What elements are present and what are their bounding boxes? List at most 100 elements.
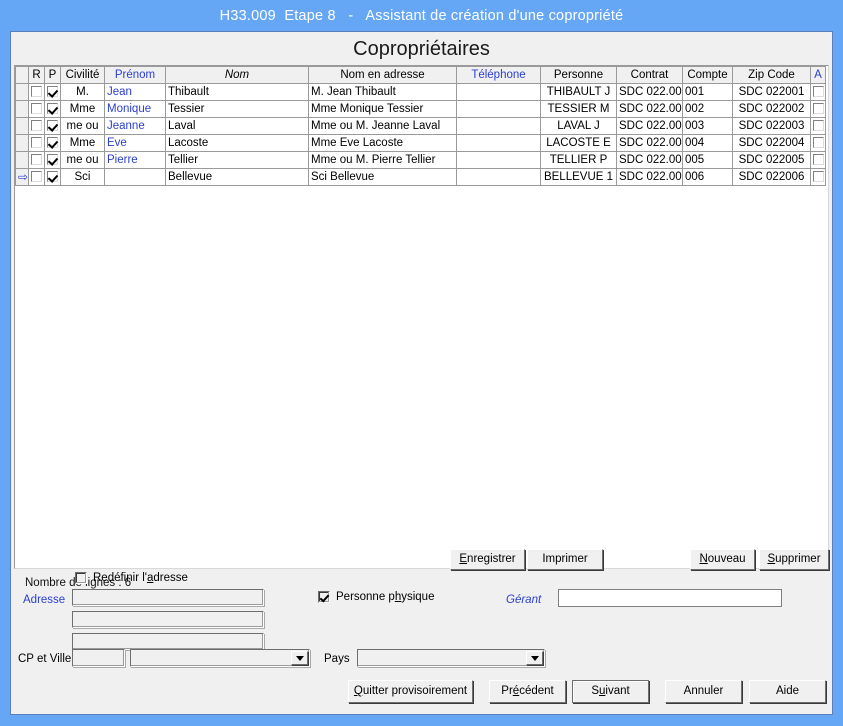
cell-civilite[interactable]: Mme xyxy=(60,134,105,152)
cell-telephone[interactable] xyxy=(456,134,541,152)
cell-prenom[interactable]: Jeanne xyxy=(104,117,166,135)
cell-nom[interactable]: Tessier xyxy=(165,100,309,118)
city-combobox-arrow[interactable] xyxy=(291,651,308,665)
cell-nom-en-adresse[interactable]: Mme Monique Tessier xyxy=(308,100,457,118)
cell-nom-en-adresse[interactable]: M. Jean Thibault xyxy=(308,83,457,101)
row-selector[interactable] xyxy=(15,83,29,101)
cell-telephone[interactable] xyxy=(456,100,541,118)
table-row[interactable]: M. Jean Thibault M. Jean Thibault THIBAULT J… xyxy=(15,83,826,101)
cell-nom[interactable]: Tellier xyxy=(165,151,309,169)
row-a-checkbox-box[interactable] xyxy=(813,86,824,98)
row-selector[interactable] xyxy=(15,134,29,152)
cell-personne[interactable]: LACOSTE E xyxy=(540,134,617,152)
cell-compte[interactable]: 003 xyxy=(682,117,733,135)
cell-telephone[interactable] xyxy=(456,151,541,169)
cell-personne[interactable]: TELLIER P xyxy=(540,151,617,169)
country-combobox[interactable] xyxy=(357,649,545,667)
row-p-checkbox-box[interactable] xyxy=(47,103,58,115)
row-p-checkbox-box[interactable] xyxy=(47,137,58,149)
natural-person-checkbox-group[interactable]: Personne physique xyxy=(318,591,434,603)
grid-col-civilite[interactable]: Civilité xyxy=(60,66,105,84)
cell-compte[interactable]: 005 xyxy=(682,151,733,169)
row-p-checkbox-box[interactable] xyxy=(47,171,58,183)
cell-zipcode[interactable]: SDC 022005 xyxy=(732,151,811,169)
cell-nom-en-adresse[interactable]: Mme ou M. Jeanne Laval xyxy=(308,117,457,135)
cell-nom[interactable]: Lacoste xyxy=(165,134,309,152)
zip-input[interactable] xyxy=(72,649,125,667)
grid-col-compte[interactable]: Compte xyxy=(682,66,733,84)
country-combobox-arrow[interactable] xyxy=(526,651,543,665)
row-r-checkbox-box[interactable] xyxy=(31,103,42,115)
address-line-2-input[interactable] xyxy=(72,611,264,628)
cell-prenom[interactable]: Jean xyxy=(104,83,166,101)
redefine-address-checkbox[interactable] xyxy=(75,572,87,584)
address-line-3-input[interactable] xyxy=(72,633,264,650)
grid-col-prenom[interactable]: Prénom xyxy=(104,66,166,84)
row-a-checkbox-box[interactable] xyxy=(813,137,824,149)
cell-compte[interactable]: 002 xyxy=(682,100,733,118)
print-button[interactable]: Imprimer xyxy=(527,549,603,570)
row-r-checkbox-box[interactable] xyxy=(31,86,42,98)
row-a-checkbox[interactable] xyxy=(810,117,826,135)
cell-telephone[interactable] xyxy=(456,117,541,135)
grid-col-nom-en-adresse[interactable]: Nom en adresse xyxy=(308,66,457,84)
manager-input[interactable] xyxy=(558,589,782,607)
row-r-checkbox[interactable] xyxy=(28,100,45,118)
row-p-checkbox[interactable] xyxy=(44,134,61,152)
delete-button[interactable]: Supprimer xyxy=(759,549,829,570)
row-r-checkbox[interactable] xyxy=(28,83,45,101)
row-r-checkbox-box[interactable] xyxy=(31,154,42,166)
cell-contrat[interactable]: SDC 022.004 xyxy=(616,134,683,152)
row-p-checkbox[interactable] xyxy=(44,151,61,169)
row-a-checkbox[interactable] xyxy=(810,134,826,152)
table-row[interactable]: Mme Eve Lacoste Mme Eve Lacoste LACOSTE E SDC… xyxy=(15,134,826,152)
row-a-checkbox[interactable] xyxy=(810,100,826,118)
row-r-checkbox[interactable] xyxy=(28,151,45,169)
cell-prenom[interactable]: Pierre xyxy=(104,151,166,169)
cell-personne[interactable]: TESSIER M xyxy=(540,100,617,118)
cell-nom[interactable]: Thibault xyxy=(165,83,309,101)
grid-col-p[interactable]: P xyxy=(44,66,61,84)
row-a-checkbox-box[interactable] xyxy=(813,103,824,115)
grid-col-nom[interactable]: Nom xyxy=(165,66,309,84)
previous-button[interactable]: Précédent xyxy=(489,680,566,703)
row-selector[interactable] xyxy=(15,100,29,118)
row-r-checkbox[interactable] xyxy=(28,134,45,152)
row-a-checkbox[interactable] xyxy=(810,168,826,186)
grid-col-contrat[interactable]: Contrat xyxy=(616,66,683,84)
row-p-checkbox-box[interactable] xyxy=(47,86,58,98)
table-row[interactable]: me ou Pierre Tellier Mme ou M. Pierre Tell… xyxy=(15,151,826,169)
natural-person-checkbox[interactable] xyxy=(318,591,330,603)
cell-zipcode[interactable]: SDC 022002 xyxy=(732,100,811,118)
cell-compte[interactable]: 004 xyxy=(682,134,733,152)
coowners-grid-container[interactable]: R P Civilité Prénom Nom Nom en adresse T… xyxy=(14,65,829,569)
grid-col-sel[interactable] xyxy=(15,66,29,84)
grid-col-telephone[interactable]: Téléphone xyxy=(456,66,541,84)
row-r-checkbox-box[interactable] xyxy=(31,137,42,149)
cell-nom-en-adresse[interactable]: Sci Bellevue xyxy=(308,168,457,186)
cell-civilite[interactable]: Mme xyxy=(60,100,105,118)
cell-telephone[interactable] xyxy=(456,83,541,101)
row-p-checkbox-box[interactable] xyxy=(47,154,58,166)
quit-temporarily-button[interactable]: Quitter provisoirement xyxy=(348,680,473,703)
cancel-button[interactable]: Annuler xyxy=(665,680,742,703)
new-button[interactable]: Nouveau xyxy=(690,549,755,570)
cell-civilite[interactable]: Sci xyxy=(60,168,105,186)
cell-prenom[interactable] xyxy=(104,168,166,186)
cell-personne[interactable]: LAVAL J xyxy=(540,117,617,135)
row-r-checkbox-box[interactable] xyxy=(31,171,42,183)
cell-zipcode[interactable]: SDC 022003 xyxy=(732,117,811,135)
grid-col-zipcode[interactable]: Zip Code xyxy=(732,66,811,84)
row-r-checkbox[interactable] xyxy=(28,168,45,186)
row-a-checkbox-box[interactable] xyxy=(813,120,824,132)
row-p-checkbox[interactable] xyxy=(44,83,61,101)
cell-civilite[interactable]: me ou xyxy=(60,117,105,135)
cell-civilite[interactable]: me ou xyxy=(60,151,105,169)
cell-nom-en-adresse[interactable]: Mme ou M. Pierre Tellier xyxy=(308,151,457,169)
row-r-checkbox-box[interactable] xyxy=(31,120,42,132)
address-line-1-input[interactable] xyxy=(72,589,264,606)
row-a-checkbox-box[interactable] xyxy=(813,154,824,166)
cell-personne[interactable]: THIBAULT J xyxy=(540,83,617,101)
grid-col-a[interactable]: A xyxy=(810,66,826,84)
cell-contrat[interactable]: SDC 022.005 xyxy=(616,151,683,169)
